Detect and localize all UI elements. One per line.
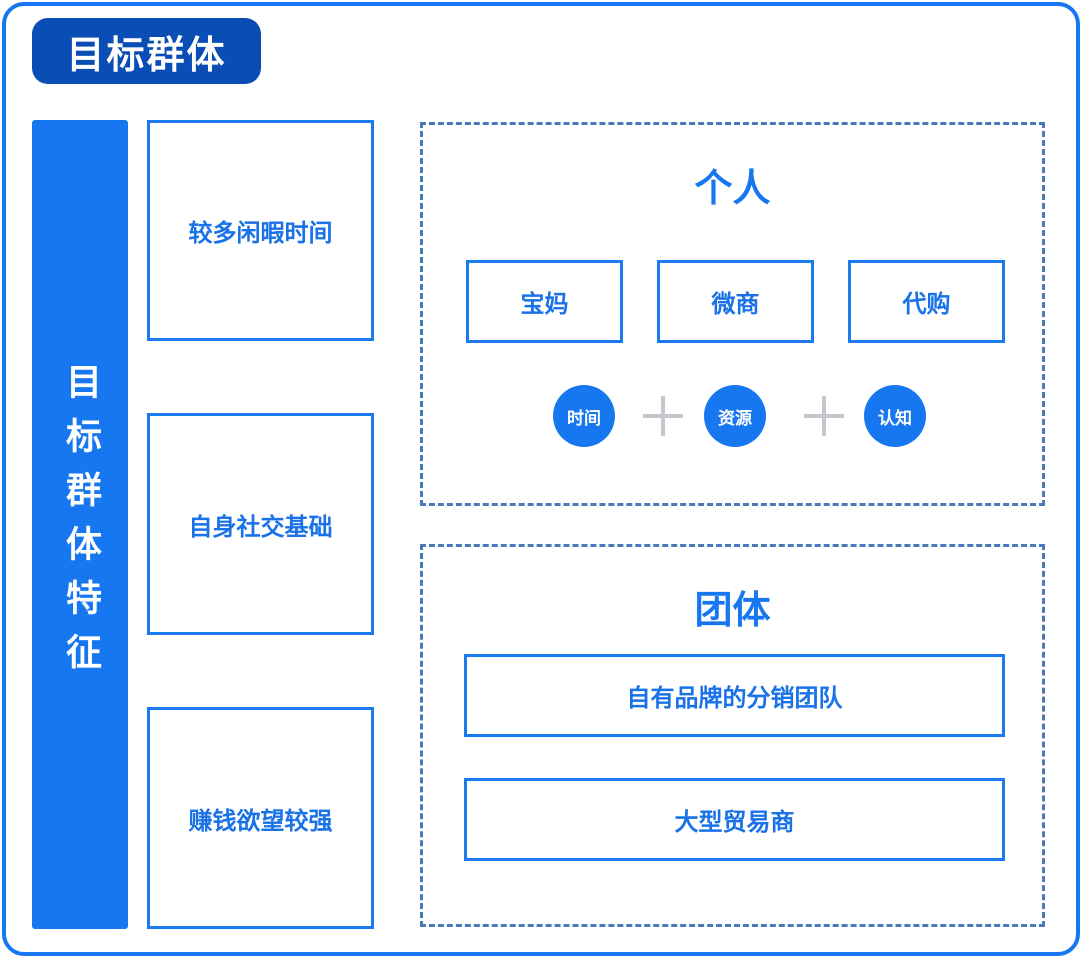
group-type-label: 自有品牌的分销团队 <box>626 684 843 712</box>
trait-box-money-desire: 赚钱欲望较强 <box>147 707 374 929</box>
individual-type-box: 代购 <box>848 260 1005 343</box>
group-panel: 团体 自有品牌的分销团队 大型贸易商 <box>420 544 1045 927</box>
trait-box-leisure-time: 较多闲暇时间 <box>147 120 374 341</box>
individual-type-label: 微商 <box>711 290 760 318</box>
plus-icon <box>804 396 844 436</box>
individual-type-label: 代购 <box>902 290 951 318</box>
individual-title: 个人 <box>694 166 771 210</box>
individual-type-label: 宝妈 <box>520 290 569 318</box>
group-title: 团体 <box>694 588 771 632</box>
factor-circle-time: 时间 <box>553 385 615 447</box>
title-text: 目标群体 <box>66 32 227 77</box>
plus-icon <box>643 396 683 436</box>
group-type-label: 大型贸易商 <box>674 808 795 836</box>
factor-label: 认知 <box>878 408 912 429</box>
trait-label: 赚钱欲望较强 <box>188 806 333 835</box>
factor-circle-resource: 资源 <box>704 385 766 447</box>
group-type-box: 大型贸易商 <box>464 778 1005 861</box>
individual-panel: 个人 宝妈 微商 代购 时间 资源 认知 <box>420 122 1045 506</box>
group-type-box: 自有品牌的分销团队 <box>464 654 1005 737</box>
side-label-text: 目标群体特征 <box>60 362 101 687</box>
individual-type-box: 微商 <box>657 260 814 343</box>
individual-type-box: 宝妈 <box>466 260 623 343</box>
trait-label: 自身社交基础 <box>188 512 333 541</box>
side-label-bar: 目标群体特征 <box>32 120 128 929</box>
trait-label: 较多闲暇时间 <box>188 219 333 247</box>
factor-label: 资源 <box>718 408 752 429</box>
trait-box-social-base: 自身社交基础 <box>147 413 374 635</box>
factor-label: 时间 <box>567 408 601 429</box>
title-badge: 目标群体 <box>32 18 261 84</box>
factor-circle-cognition: 认知 <box>864 385 926 447</box>
